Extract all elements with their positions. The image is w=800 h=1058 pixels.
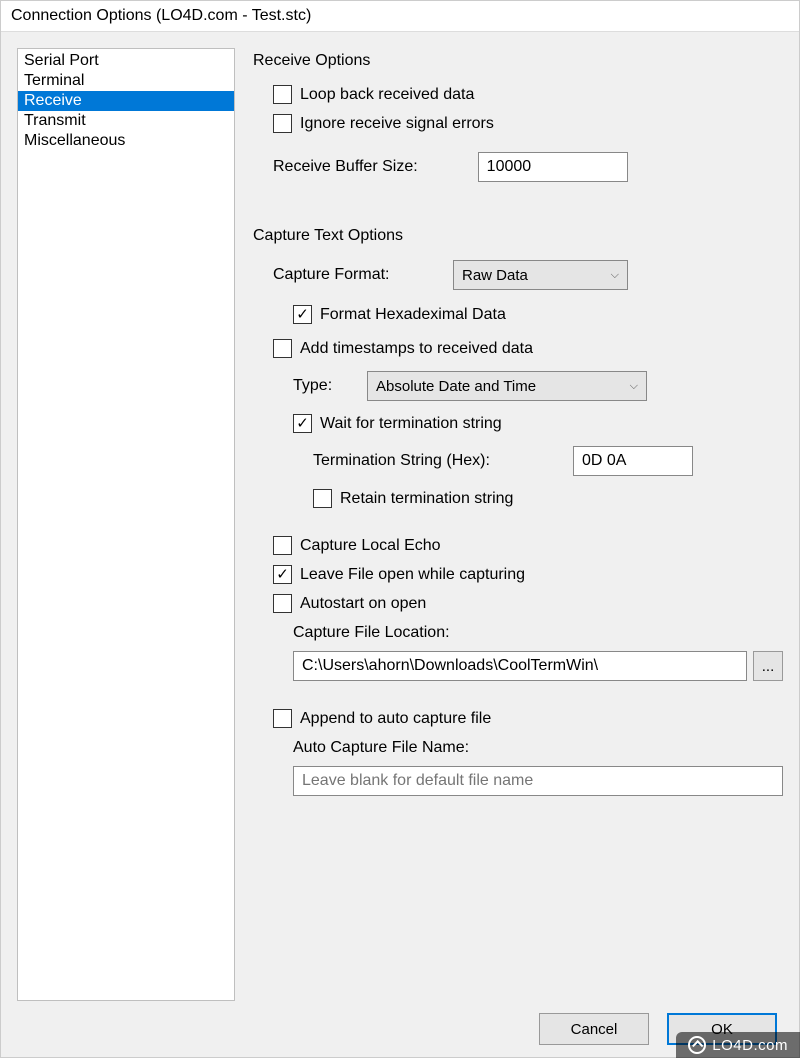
capture-options-heading: Capture Text Options bbox=[253, 227, 783, 245]
format-hex-checkbox[interactable] bbox=[293, 305, 312, 324]
buffer-size-label: Receive Buffer Size: bbox=[273, 158, 418, 176]
loopback-checkbox[interactable] bbox=[273, 85, 292, 104]
add-timestamps-checkbox[interactable] bbox=[273, 339, 292, 358]
term-string-input[interactable] bbox=[573, 446, 693, 476]
capture-location-input[interactable] bbox=[293, 651, 747, 681]
term-string-row: Termination String (Hex): bbox=[313, 446, 783, 476]
leave-open-checkbox[interactable] bbox=[273, 565, 292, 584]
watermark-text: LO4D.com bbox=[712, 1037, 788, 1054]
dialog-footer: Cancel OK bbox=[17, 1001, 783, 1045]
watermark: LO4D.com bbox=[676, 1032, 800, 1058]
loopback-label: Loop back received data bbox=[300, 86, 474, 104]
capture-format-label: Capture Format: bbox=[273, 266, 413, 284]
retain-term-row: Retain termination string bbox=[313, 489, 783, 508]
capture-location-label-row: Capture File Location: bbox=[293, 624, 783, 642]
auto-file-label-row: Auto Capture File Name: bbox=[293, 739, 783, 757]
capture-local-echo-row: Capture Local Echo bbox=[273, 536, 783, 555]
retain-term-label: Retain termination string bbox=[340, 490, 513, 508]
cancel-button[interactable]: Cancel bbox=[539, 1013, 649, 1045]
buffer-size-input[interactable] bbox=[478, 152, 628, 182]
autostart-label: Autostart on open bbox=[300, 595, 426, 613]
add-timestamps-row: Add timestamps to received data bbox=[273, 339, 783, 358]
timestamp-type-value: Absolute Date and Time bbox=[376, 378, 536, 395]
main-row: Serial Port Terminal Receive Transmit Mi… bbox=[17, 48, 783, 1001]
leave-open-label: Leave File open while capturing bbox=[300, 566, 525, 584]
add-timestamps-label: Add timestamps to received data bbox=[300, 340, 533, 358]
browse-button[interactable]: ... bbox=[753, 651, 783, 681]
capture-location-label: Capture File Location: bbox=[293, 624, 450, 642]
wait-term-checkbox[interactable] bbox=[293, 414, 312, 433]
capture-local-echo-label: Capture Local Echo bbox=[300, 537, 441, 555]
format-hex-row: Format Hexadeximal Data bbox=[293, 305, 783, 324]
ignore-errors-row: Ignore receive signal errors bbox=[273, 114, 783, 133]
timestamp-type-label: Type: bbox=[293, 377, 343, 395]
autostart-checkbox[interactable] bbox=[273, 594, 292, 613]
capture-local-echo-checkbox[interactable] bbox=[273, 536, 292, 555]
dialog-window: Connection Options (LO4D.com - Test.stc)… bbox=[0, 0, 800, 1058]
capture-format-select[interactable]: Raw Data ⌵ bbox=[453, 260, 628, 290]
category-list: Serial Port Terminal Receive Transmit Mi… bbox=[17, 48, 235, 1001]
chevron-down-icon: ⌵ bbox=[630, 380, 638, 393]
options-panel: Receive Options Loop back received data … bbox=[253, 48, 783, 1001]
format-hex-label: Format Hexadeximal Data bbox=[320, 306, 506, 324]
window-title: Connection Options (LO4D.com - Test.stc) bbox=[1, 1, 799, 32]
leave-open-row: Leave File open while capturing bbox=[273, 565, 783, 584]
retain-term-checkbox[interactable] bbox=[313, 489, 332, 508]
nav-item-terminal[interactable]: Terminal bbox=[18, 71, 234, 91]
term-string-label: Termination String (Hex): bbox=[313, 452, 543, 470]
timestamp-type-select[interactable]: Absolute Date and Time ⌵ bbox=[367, 371, 647, 401]
timestamp-type-row: Type: Absolute Date and Time ⌵ bbox=[293, 371, 783, 401]
autostart-row: Autostart on open bbox=[273, 594, 783, 613]
nav-item-receive[interactable]: Receive bbox=[18, 91, 234, 111]
receive-options-heading: Receive Options bbox=[253, 52, 783, 70]
client-area: Serial Port Terminal Receive Transmit Mi… bbox=[1, 32, 799, 1057]
capture-format-value: Raw Data bbox=[462, 267, 528, 284]
buffer-row: Receive Buffer Size: bbox=[273, 152, 783, 182]
auto-file-label: Auto Capture File Name: bbox=[293, 739, 469, 757]
auto-file-input[interactable] bbox=[293, 766, 783, 796]
append-checkbox[interactable] bbox=[273, 709, 292, 728]
wait-term-row: Wait for termination string bbox=[293, 414, 783, 433]
auto-file-row bbox=[293, 766, 783, 796]
nav-item-miscellaneous[interactable]: Miscellaneous bbox=[18, 131, 234, 151]
nav-item-transmit[interactable]: Transmit bbox=[18, 111, 234, 131]
ignore-errors-checkbox[interactable] bbox=[273, 114, 292, 133]
loopback-row: Loop back received data bbox=[273, 85, 783, 104]
wait-term-label: Wait for termination string bbox=[320, 415, 502, 433]
capture-location-row: ... bbox=[293, 651, 783, 681]
append-row: Append to auto capture file bbox=[273, 709, 783, 728]
ignore-errors-label: Ignore receive signal errors bbox=[300, 115, 494, 133]
capture-format-row: Capture Format: Raw Data ⌵ bbox=[273, 260, 783, 290]
append-label: Append to auto capture file bbox=[300, 710, 491, 728]
chevron-down-icon: ⌵ bbox=[611, 269, 619, 282]
download-icon bbox=[688, 1036, 706, 1054]
nav-item-serial-port[interactable]: Serial Port bbox=[18, 51, 234, 71]
